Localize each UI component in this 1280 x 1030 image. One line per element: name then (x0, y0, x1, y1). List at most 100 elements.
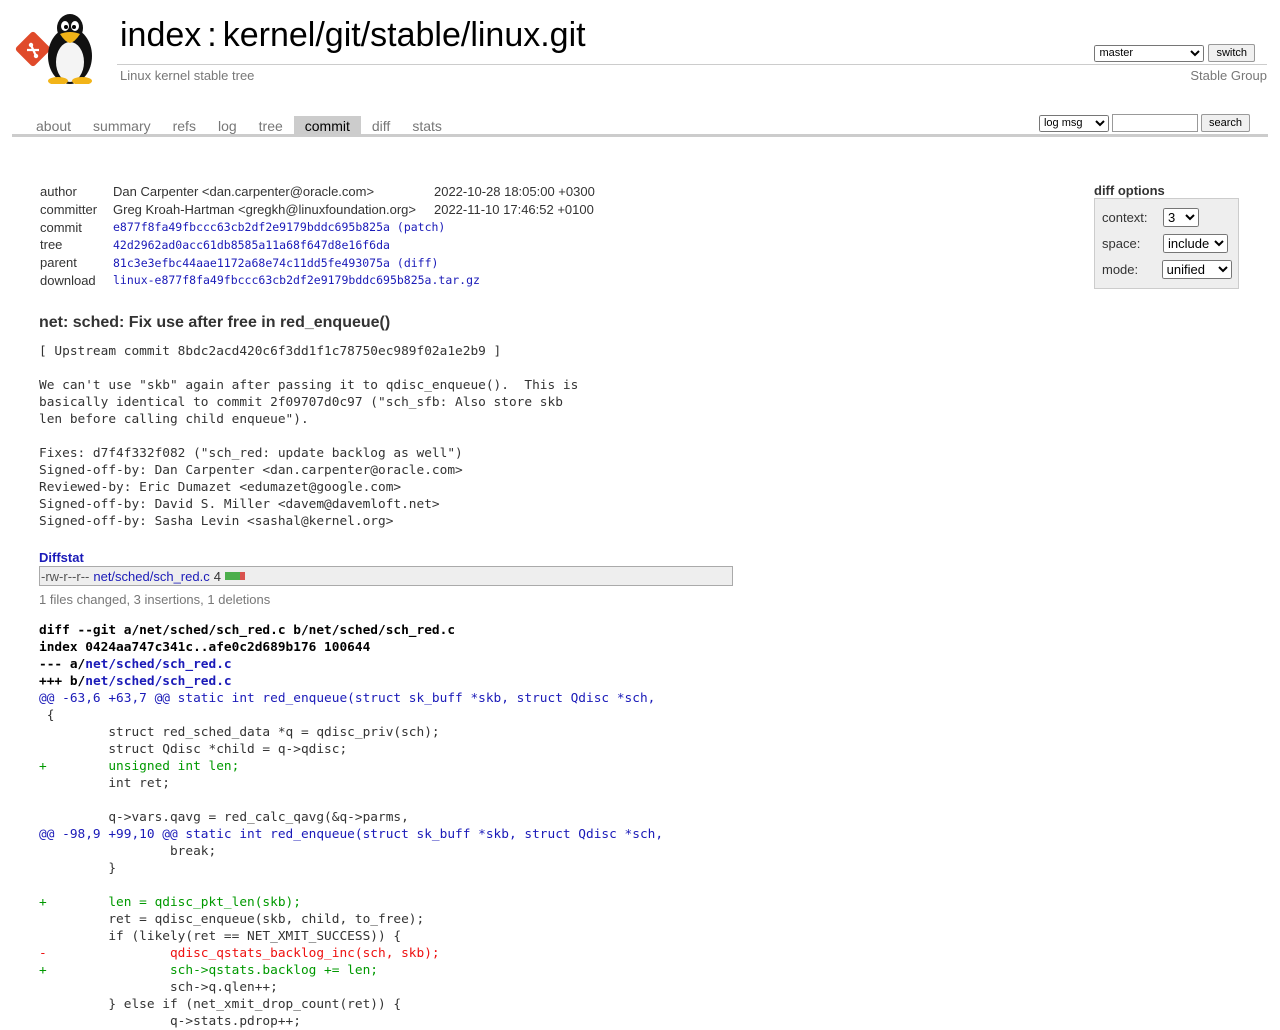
tab-diff[interactable]: diff (361, 116, 401, 135)
mode-option-row: mode: unified (1102, 260, 1232, 279)
author-date: 2022-10-28 18:05:00 +0300 (433, 184, 595, 200)
mode-select[interactable]: unified (1161, 260, 1232, 279)
diff-hunk-header: @@ -98,9 +99,10 @@ static int red_enqueu… (39, 827, 664, 842)
index-link[interactable]: index (120, 16, 201, 54)
diff-context-line (39, 792, 1239, 809)
commit-info-table: author Dan Carpenter <dan.carpenter@orac… (36, 183, 599, 289)
diffstat-link[interactable]: Diffstat (39, 550, 84, 565)
diffstat-table: -rw-r--r-- net/sched/sch_red.c 4 (39, 566, 733, 586)
commit-value: e877f8fa49fbccc63cb2df2e9179bddc695b825a… (109, 218, 599, 236)
commit-subject: net: sched: Fix use after free in red_en… (39, 314, 391, 331)
tab-about[interactable]: about (25, 116, 82, 135)
diffstat-graph (224, 572, 245, 580)
tab-refs[interactable]: refs (162, 116, 207, 135)
tab-stats[interactable]: stats (401, 116, 453, 135)
commit-message: [ Upstream commit 8bdc2acd420c6f3dd1f1c7… (39, 344, 579, 529)
switch-button[interactable]: switch (1208, 44, 1255, 62)
tab-commit[interactable]: commit (293, 116, 361, 135)
deletions-bar (239, 572, 245, 580)
diff-options-panel: context: 3 space: include mode: unified (1094, 198, 1239, 289)
search-form: log msg search (1038, 114, 1250, 132)
diff-context-line: int ret; (39, 776, 170, 791)
diff-added-line: + sch->qstats.backlog += len; (39, 963, 378, 978)
diff-index-line: index 0424aa747c341c..afe0c2d689b176 100… (39, 640, 371, 655)
new-file-link[interactable]: net/sched/sch_red.c (85, 674, 231, 689)
diff-context-line: ret = qdisc_enqueue(skb, child, to_free)… (39, 912, 425, 927)
header-divider (117, 64, 1267, 65)
search-button[interactable]: search (1200, 114, 1250, 132)
diff-context-line: break; (39, 844, 217, 859)
diff-new-file-line: +++ b/net/sched/sch_red.c (39, 673, 1239, 690)
tab-tree[interactable]: tree (248, 116, 294, 135)
parent-diff-link[interactable]: (diff) (397, 256, 439, 270)
diff-context-line: } else if (net_xmit_drop_count(ret)) { (39, 997, 402, 1012)
parent-label: parent (40, 255, 77, 271)
download-link[interactable]: linux-e877f8fa49fbccc63cb2df2e9179bddc69… (113, 273, 480, 287)
search-input[interactable] (1111, 114, 1198, 132)
committer-label: committer (40, 202, 98, 218)
diff-context-line: sch->q.qlen++; (39, 980, 278, 995)
diff-added-line: + len = qdisc_pkt_len(skb); (39, 895, 301, 910)
repo-owner: Stable Group (1190, 68, 1267, 83)
patch-link[interactable]: (patch) (397, 220, 445, 234)
tux-logo-icon (15, 14, 92, 85)
new-file-prefix: +++ b/ (39, 674, 86, 689)
file-mode: -rw-r--r-- (41, 568, 90, 584)
diff-old-file-line: --- a/net/sched/sch_red.c (39, 656, 1239, 673)
branch-select[interactable]: master (1094, 44, 1205, 62)
tab-log[interactable]: log (207, 116, 248, 135)
tab-bar: about summary refs log tree commit diff stats (25, 116, 453, 135)
context-option-row: context: 3 (1102, 208, 1232, 227)
commit-hash-link[interactable]: e877f8fa49fbccc63cb2df2e9179bddc695b825a (113, 220, 390, 234)
page-title: index: kernel/git/stable/linux.git (120, 16, 586, 55)
space-label: space: (1102, 236, 1141, 251)
title-separator: : (207, 16, 217, 54)
tree-hash-link[interactable]: 42d2962ad0acc61db8585a11a68f647d8e16f6da (113, 238, 390, 252)
author-row: author Dan Carpenter <dan.carpenter@orac… (36, 183, 599, 201)
diffstat-file-link[interactable]: net/sched/sch_red.c (93, 569, 209, 584)
tabs-divider (12, 134, 1268, 137)
mode-label: mode: (1102, 262, 1139, 277)
diff-context-line: struct red_sched_data *q = qdisc_priv(sc… (39, 725, 440, 740)
diffstat-summary: 1 files changed, 3 insertions, 1 deletio… (39, 592, 271, 607)
old-file-prefix: --- a/ (39, 657, 86, 672)
diff-view: diff --git a/net/sched/sch_red.c b/net/s… (39, 622, 1239, 1030)
parent-value: 81c3e3efbc44aae1172a68e74c11dd5fe493075a… (109, 254, 599, 272)
download-value: linux-e877f8fa49fbccc63cb2df2e9179bddc69… (109, 271, 599, 289)
cgit-logo[interactable] (14, 12, 110, 85)
diff-removed-line: - qdisc_qstats_backlog_inc(sch, skb); (39, 946, 440, 961)
diff-context-line: { (39, 708, 55, 723)
committer-date: 2022-11-10 17:46:52 +0100 (433, 202, 594, 218)
search-mode-select[interactable]: log msg (1038, 114, 1109, 132)
committer-row: committer Greg Kroah-Hartman <gregkh@lin… (36, 201, 599, 219)
context-label: context: (1102, 210, 1148, 225)
space-option-row: space: include (1102, 234, 1232, 253)
tab-summary[interactable]: summary (82, 116, 162, 135)
diff-lines: @@ -63,6 +63,7 @@ static int red_enqueue… (39, 690, 1239, 1030)
tree-row: tree 42d2962ad0acc61db8585a11a68f647d8e1… (36, 236, 599, 254)
diffstat-header: Diffstat (39, 550, 84, 565)
commit-label: commit (40, 219, 82, 235)
author-label: author (40, 184, 77, 200)
committer-value: Greg Kroah-Hartman <gregkh@linuxfoundati… (113, 202, 416, 218)
repo-link[interactable]: kernel/git/stable/linux.git (223, 16, 586, 54)
diff-git-line: diff --git a/net/sched/sch_red.c b/net/s… (39, 623, 456, 638)
diff-context-line: struct Qdisc *child = q->qdisc; (39, 742, 348, 757)
branch-switch-form: master switch (1094, 44, 1255, 62)
parent-row: parent 81c3e3efbc44aae1172a68e74c11dd5fe… (36, 254, 599, 272)
diffstat-change-count: 4 (213, 568, 221, 584)
insertions-bar (224, 572, 240, 580)
space-select[interactable]: include (1163, 234, 1228, 253)
tree-value: 42d2962ad0acc61db8585a11a68f647d8e16f6da (109, 236, 599, 254)
parent-hash-link[interactable]: 81c3e3efbc44aae1172a68e74c11dd5fe493075a (113, 256, 390, 270)
context-select[interactable]: 3 (1163, 208, 1199, 227)
diff-hunk-header: @@ -63,6 +63,7 @@ static int red_enqueue… (39, 691, 656, 706)
diff-context-line (39, 877, 1239, 894)
author-value: Dan Carpenter <dan.carpenter@oracle.com> (113, 184, 375, 200)
old-file-link[interactable]: net/sched/sch_red.c (85, 657, 231, 672)
tree-label: tree (40, 237, 63, 253)
diff-context-line: q->vars.qavg = red_calc_qavg(&q->parms, (39, 810, 409, 825)
diff-options-title: diff options (1094, 183, 1165, 198)
diff-context-line: if (likely(ret == NET_XMIT_SUCCESS)) { (39, 929, 402, 944)
download-label: download (40, 272, 96, 288)
